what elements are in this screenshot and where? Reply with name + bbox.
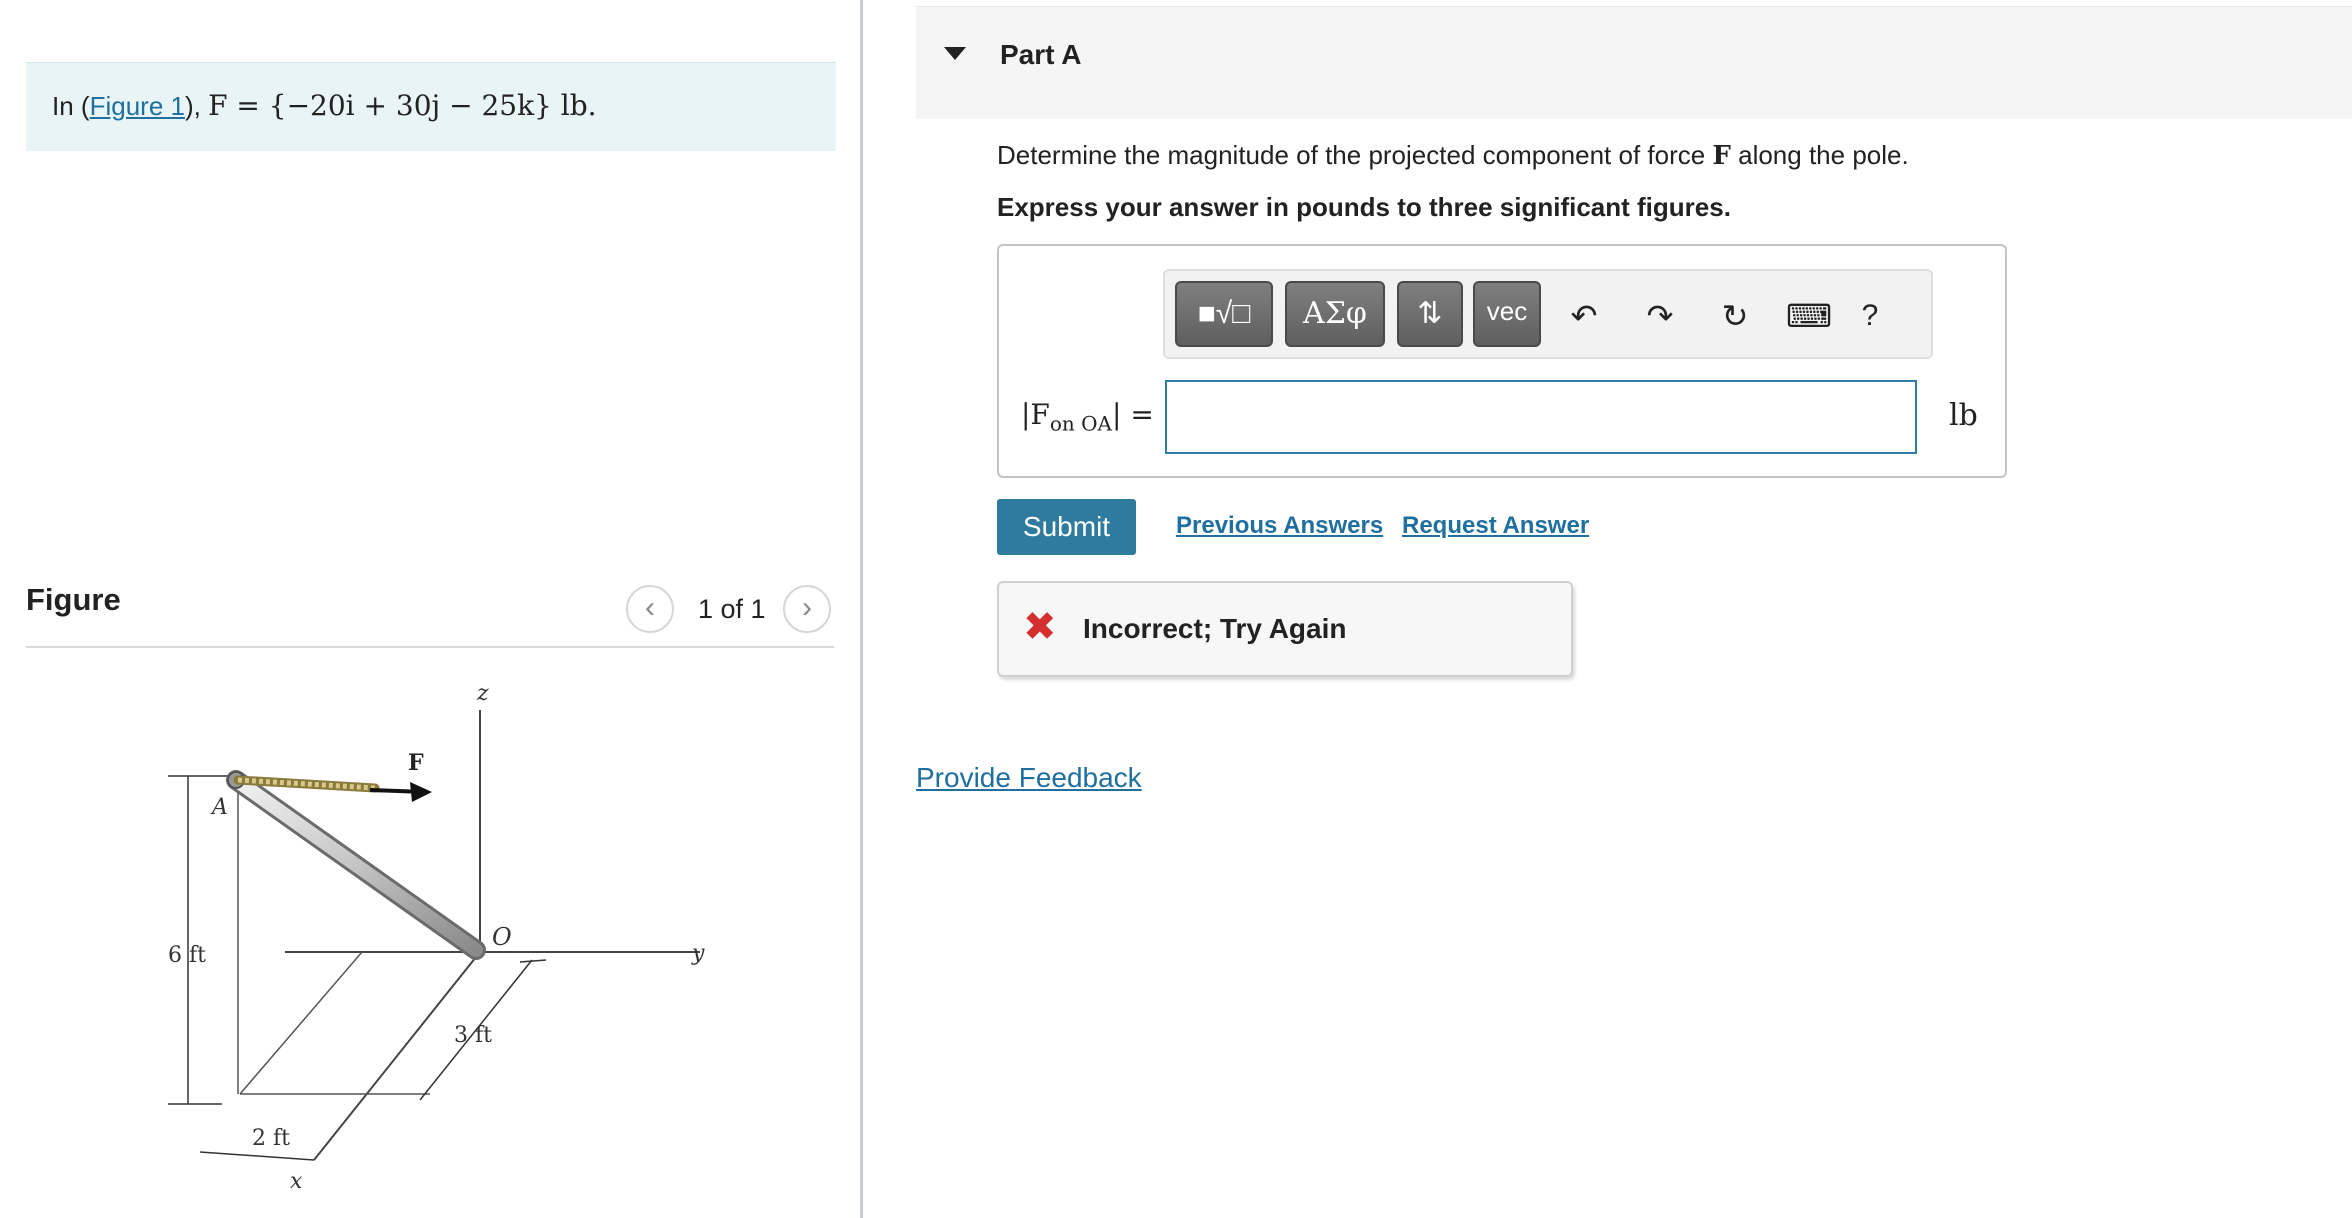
- redo-icon[interactable]: ↷: [1639, 295, 1681, 337]
- math-toolbar: ■√□ ΑΣφ ⇅ vec ↶ ↷ ↻ ⌨ ?: [1163, 269, 1933, 359]
- problem-suffix: ),: [184, 91, 209, 121]
- force-equation: F = {−20i + 30j − 25k} lb.: [208, 89, 597, 122]
- two-ft-dimension: [199, 1151, 315, 1161]
- base-diagonal: [239, 951, 363, 1095]
- figure-heading: Figure: [26, 582, 121, 617]
- problem-statement: In (Figure 1), F = {−20i + 30j − 25k} lb…: [26, 62, 836, 151]
- figure-divider: [26, 646, 834, 648]
- symbols-button[interactable]: ΑΣφ: [1285, 281, 1385, 347]
- force-symbol: F: [1712, 141, 1731, 171]
- help-icon[interactable]: ?: [1849, 295, 1891, 337]
- undo-icon[interactable]: ↶: [1563, 295, 1605, 337]
- answer-box: ■√□ ΑΣφ ⇅ vec ↶ ↷ ↻ ⌨ ? |Fon OA| = lb: [997, 244, 2007, 478]
- answer-unit: lb: [1949, 398, 1978, 433]
- previous-answers-link[interactable]: Previous Answers: [1176, 512, 1383, 540]
- feedback-box: ✖ Incorrect; Try Again: [997, 581, 1573, 677]
- chevron-left-icon: ‹: [645, 591, 655, 624]
- problem-prefix: In (: [52, 91, 90, 121]
- caret-down-icon[interactable]: [944, 47, 966, 60]
- previous-figure-button[interactable]: ‹: [626, 585, 674, 633]
- feedback-message: Incorrect; Try Again: [1083, 613, 1347, 644]
- right-pane: Part A Determine the magnitude of the pr…: [864, 0, 2352, 1218]
- pane-divider[interactable]: [860, 0, 863, 1218]
- six-ft-label: 6 ft: [168, 943, 206, 968]
- figure-link[interactable]: Figure 1: [90, 91, 185, 121]
- origin-label: O: [492, 923, 512, 951]
- vec-button[interactable]: vec: [1473, 281, 1541, 347]
- submit-button[interactable]: Submit: [997, 499, 1136, 555]
- error-x-icon: ✖: [1023, 605, 1057, 649]
- part-title: Part A: [1000, 39, 1082, 70]
- left-pane: In (Figure 1), F = {−20i + 30j − 25k} lb…: [0, 0, 862, 1218]
- answer-label: |Fon OA| =: [1021, 398, 1154, 436]
- request-answer-link[interactable]: Request Answer: [1402, 512, 1589, 540]
- next-figure-button[interactable]: ›: [783, 585, 831, 633]
- x-label: x: [290, 1169, 303, 1194]
- z-label: z: [476, 681, 489, 706]
- question-text: Determine the magnitude of the projected…: [997, 140, 1909, 171]
- three-ft-label: 3 ft: [454, 1023, 492, 1048]
- y-label: y: [691, 941, 705, 966]
- templates-button[interactable]: ■√□: [1175, 281, 1273, 347]
- updown-button[interactable]: ⇅: [1397, 281, 1463, 347]
- pole-force-diagram: z y x F A O 6 ft 3 ft 2 ft: [168, 681, 705, 1194]
- part-a-header[interactable]: Part A: [916, 6, 2352, 119]
- chevron-right-icon: ›: [802, 591, 812, 624]
- instruction-text: Express your answer in pounds to three s…: [997, 192, 1731, 222]
- point-a-label: A: [210, 795, 228, 820]
- answer-input[interactable]: [1165, 380, 1917, 454]
- keyboard-icon[interactable]: ⌨: [1780, 295, 1838, 337]
- two-ft-label: 2 ft: [252, 1126, 290, 1151]
- figure-pager-count: 1 of 1: [698, 594, 766, 624]
- provide-feedback-link[interactable]: Provide Feedback: [916, 762, 1142, 794]
- force-arrowhead: [410, 782, 432, 802]
- reset-icon[interactable]: ↻: [1714, 295, 1756, 337]
- force-label: F: [408, 750, 424, 776]
